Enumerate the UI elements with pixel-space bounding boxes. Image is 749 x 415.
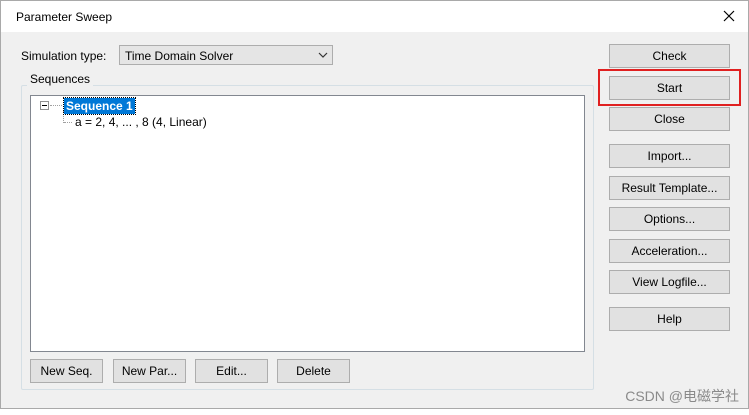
edit-button[interactable]: Edit... bbox=[195, 359, 268, 383]
tree-node-sequence[interactable]: Sequence 1 bbox=[63, 97, 136, 115]
acceleration-button[interactable]: Acceleration... bbox=[609, 239, 730, 263]
options-button[interactable]: Options... bbox=[609, 207, 730, 231]
tree-connector bbox=[50, 105, 62, 106]
new-sequence-button[interactable]: New Seq. bbox=[30, 359, 103, 383]
parameter-sweep-dialog: Parameter Sweep Simulation type: Time Do… bbox=[0, 0, 749, 409]
new-parameter-button[interactable]: New Par... bbox=[113, 359, 186, 383]
check-button[interactable]: Check bbox=[609, 44, 730, 68]
title-bar: Parameter Sweep bbox=[1, 1, 748, 32]
close-icon[interactable] bbox=[718, 5, 740, 27]
view-logfile-button[interactable]: View Logfile... bbox=[609, 270, 730, 294]
close-button[interactable]: Close bbox=[609, 107, 730, 131]
start-highlight-box bbox=[598, 69, 741, 106]
simulation-type-dropdown[interactable]: Time Domain Solver bbox=[119, 45, 333, 65]
import-button[interactable]: Import... bbox=[609, 144, 730, 168]
window-title: Parameter Sweep bbox=[16, 10, 113, 24]
watermark-text: CSDN @电磁学社 bbox=[625, 388, 739, 404]
sequence-tree[interactable]: Sequence 1 a = 2, 4, ... , 8 (4, Linear) bbox=[30, 95, 585, 352]
tree-node-parameter[interactable]: a = 2, 4, ... , 8 (4, Linear) bbox=[75, 115, 207, 129]
result-template-button[interactable]: Result Template... bbox=[609, 176, 730, 200]
tree-connector bbox=[64, 122, 72, 123]
collapse-icon[interactable] bbox=[40, 101, 49, 110]
simulation-type-label: Simulation type: bbox=[21, 49, 107, 63]
delete-button[interactable]: Delete bbox=[277, 359, 350, 383]
chevron-down-icon bbox=[318, 52, 328, 58]
simulation-type-value: Time Domain Solver bbox=[125, 49, 234, 63]
help-button[interactable]: Help bbox=[609, 307, 730, 331]
sequences-caption: Sequences bbox=[27, 72, 94, 86]
